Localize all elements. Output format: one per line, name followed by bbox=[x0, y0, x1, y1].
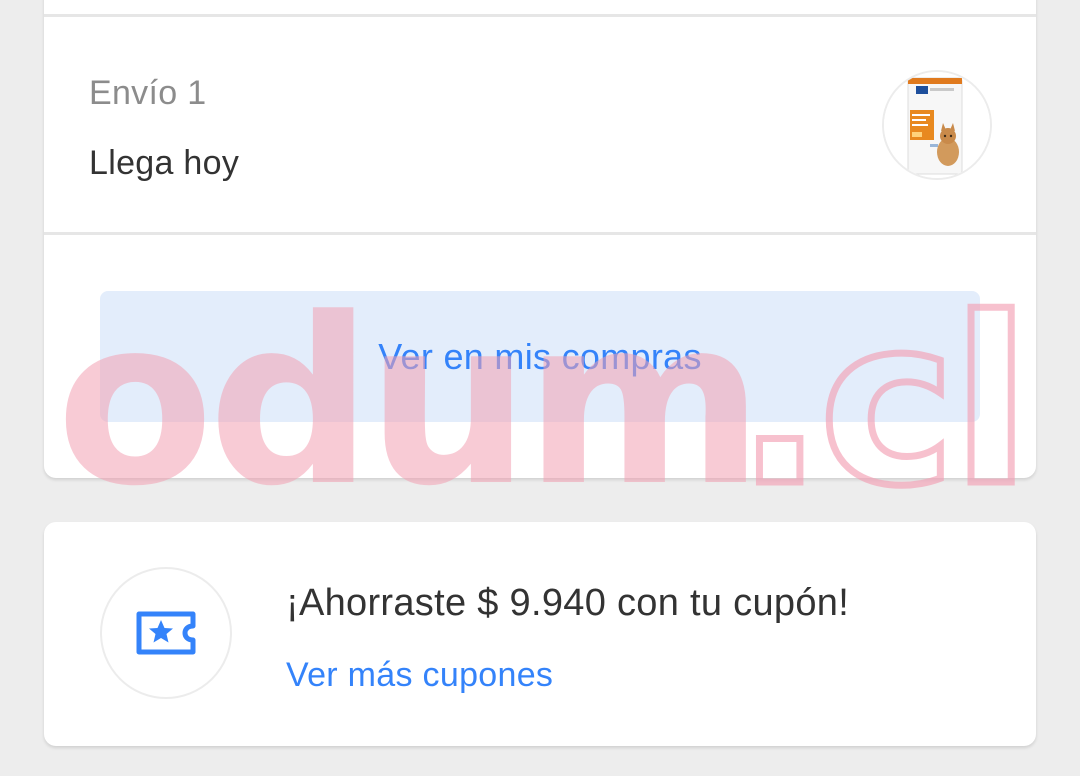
product-thumbnail[interactable] bbox=[882, 70, 992, 180]
cat-food-bag-icon bbox=[884, 72, 990, 178]
ticket-star-icon bbox=[136, 611, 196, 655]
divider bbox=[44, 232, 1036, 235]
more-coupons-link[interactable]: Ver más cupones bbox=[286, 656, 553, 695]
coupon-savings-title: ¡Ahorraste $ 9.940 con tu cupón! bbox=[286, 582, 850, 624]
coupon-card: ¡Ahorraste $ 9.940 con tu cupón! Ver más… bbox=[44, 522, 1036, 746]
coupon-icon-container bbox=[100, 567, 232, 699]
purchase-confirmation-screen: Envío 1 Llega hoy Ver en mis compras odu… bbox=[0, 0, 1080, 776]
divider bbox=[44, 14, 1036, 17]
shipment-label: Envío 1 bbox=[89, 74, 207, 112]
shipment-card: Envío 1 Llega hoy Ver en mis compras bbox=[44, 0, 1036, 478]
view-in-purchases-button[interactable]: Ver en mis compras bbox=[100, 291, 980, 422]
shipment-status: Llega hoy bbox=[89, 144, 240, 182]
